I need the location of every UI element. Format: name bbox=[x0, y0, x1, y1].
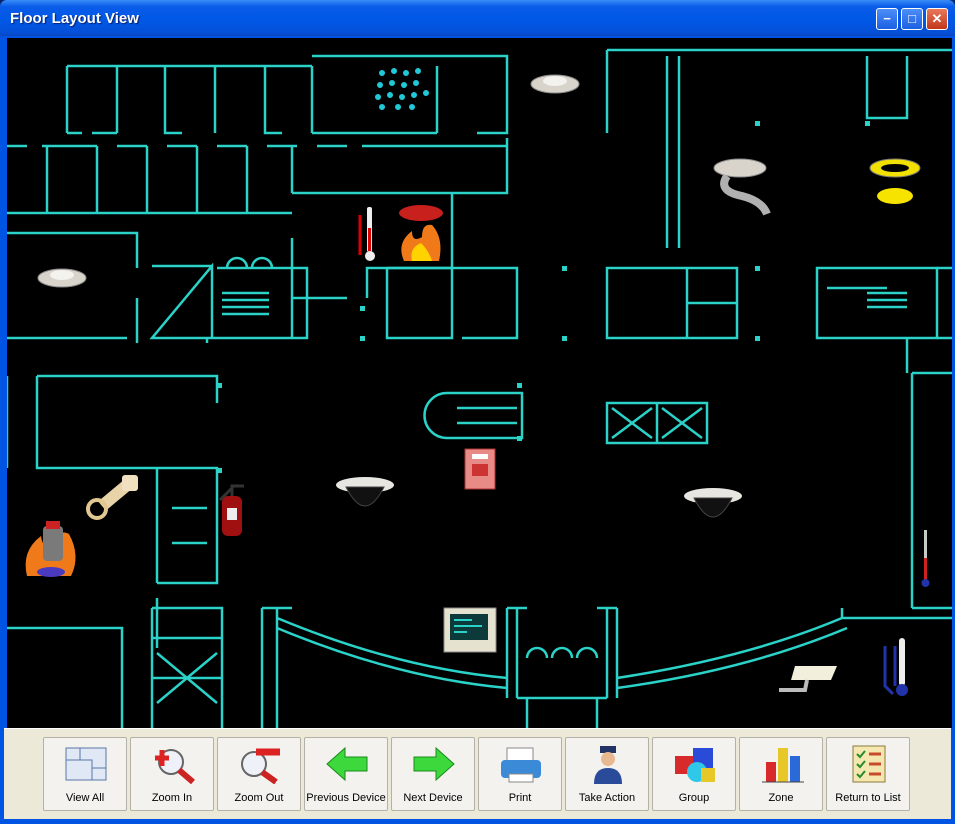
title-bar[interactable]: Floor Layout View − □ ✕ bbox=[0, 0, 955, 36]
fire-hydrant-icon[interactable] bbox=[21, 516, 81, 578]
previous-device-button[interactable]: Previous Device bbox=[304, 737, 388, 811]
fire-extinguisher-icon[interactable] bbox=[212, 478, 252, 540]
dome-camera-icon[interactable] bbox=[334, 475, 396, 517]
return-to-list-label: Return to List bbox=[835, 792, 901, 804]
checklist-icon bbox=[852, 745, 886, 783]
zoom-in-label: Zoom In bbox=[151, 792, 193, 804]
previous-device-label: Previous Device bbox=[306, 792, 386, 804]
zoom-in-button[interactable]: Zoom In bbox=[130, 737, 214, 811]
arrow-left-icon bbox=[326, 746, 368, 782]
control-panel-icon[interactable] bbox=[442, 606, 498, 654]
floor-plan-canvas[interactable] bbox=[7, 38, 952, 728]
next-device-button[interactable]: Next Device bbox=[391, 737, 475, 811]
temperature-sensor-icon[interactable] bbox=[919, 528, 933, 590]
fire-detector-icon[interactable] bbox=[394, 203, 449, 265]
bar-chart-icon bbox=[762, 748, 804, 783]
zoom-out-button[interactable]: Zoom Out bbox=[217, 737, 301, 811]
next-device-label: Next Device bbox=[403, 792, 463, 804]
printer-icon bbox=[501, 747, 541, 783]
return-to-list-button[interactable]: Return to List bbox=[826, 737, 910, 811]
take-action-label: Take Action bbox=[578, 792, 636, 804]
thermometer-icon[interactable] bbox=[352, 203, 382, 263]
print-button[interactable]: Print bbox=[478, 737, 562, 811]
pull-station-icon[interactable] bbox=[462, 446, 498, 492]
floor-plan-icon bbox=[65, 747, 107, 781]
zone-button[interactable]: Zone bbox=[739, 737, 823, 811]
zoom-out-icon bbox=[241, 748, 280, 784]
floor-layout-window: Floor Layout View − □ ✕ View All Zoom In… bbox=[0, 0, 955, 824]
view-all-button[interactable]: View All bbox=[43, 737, 127, 811]
group-button[interactable]: Group bbox=[652, 737, 736, 811]
security-officer-icon bbox=[594, 746, 622, 784]
print-label: Print bbox=[508, 792, 532, 804]
valve-icon[interactable] bbox=[82, 471, 142, 521]
group-shapes-icon bbox=[675, 748, 715, 782]
smoke-detector-icon[interactable] bbox=[530, 71, 580, 97]
zone-label: Zone bbox=[768, 792, 794, 804]
smoke-detector-icon[interactable] bbox=[37, 265, 87, 291]
maximize-button[interactable]: □ bbox=[901, 8, 923, 30]
sprinkler-icon[interactable] bbox=[372, 63, 432, 113]
minimize-button[interactable]: − bbox=[876, 8, 898, 30]
arrow-right-icon bbox=[413, 746, 455, 782]
view-all-label: View All bbox=[65, 792, 105, 804]
zoom-out-label: Zoom Out bbox=[234, 792, 284, 804]
close-button[interactable]: ✕ bbox=[926, 8, 948, 30]
strobe-light-icon[interactable] bbox=[867, 156, 923, 206]
heat-detector-icon[interactable] bbox=[712, 156, 772, 218]
close-icon: ✕ bbox=[931, 11, 943, 26]
maximize-icon: □ bbox=[908, 11, 916, 26]
group-label: Group bbox=[678, 792, 710, 804]
take-action-button[interactable]: Take Action bbox=[565, 737, 649, 811]
window-title: Floor Layout View bbox=[10, 10, 139, 27]
minimize-icon: − bbox=[883, 11, 891, 26]
device-toolbar: View All Zoom In Zoom Out Previous Devic… bbox=[4, 728, 951, 819]
dome-camera-icon[interactable] bbox=[682, 486, 744, 528]
temperature-sensor-icon[interactable] bbox=[879, 636, 913, 698]
zoom-in-icon bbox=[155, 749, 195, 784]
security-camera-icon[interactable] bbox=[777, 662, 841, 698]
